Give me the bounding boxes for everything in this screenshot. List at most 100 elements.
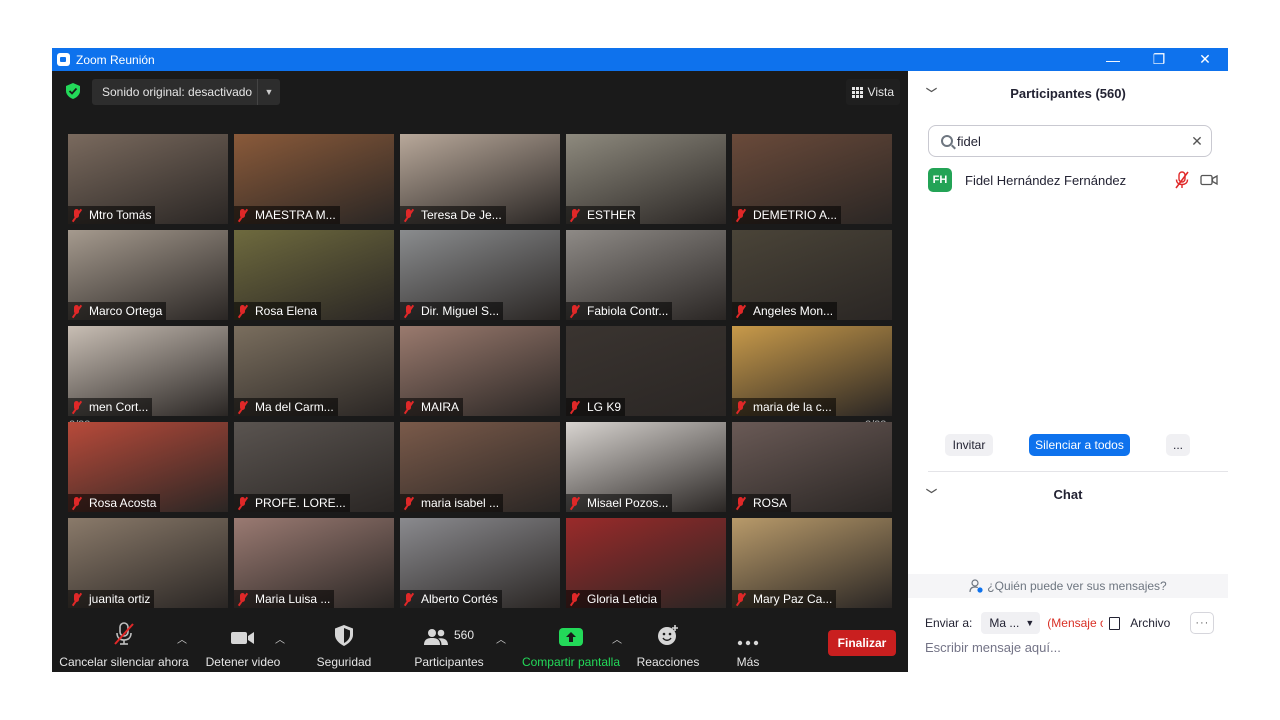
participant-video-tile[interactable]: Rosa Elena (234, 230, 394, 320)
participant-video-tile[interactable]: DEMETRIO A... (732, 134, 892, 224)
participant-video-tile[interactable]: men Cort... (68, 326, 228, 416)
who-can-see-label: ¿Quién puede ver sus mensajes? (987, 579, 1167, 593)
participant-name: Fabiola Contr... (587, 304, 669, 318)
view-button[interactable]: Vista (845, 79, 900, 105)
title-bar: Zoom Reunión — ❐ ✕ (52, 48, 1228, 71)
participant-name-tag: Mary Paz Ca... (732, 590, 837, 608)
participant-name: Teresa De Je... (421, 208, 502, 222)
avatar: FH (928, 168, 952, 192)
security-button[interactable]: Seguridad (310, 618, 378, 672)
security-label: Seguridad (316, 655, 372, 669)
participants-button[interactable]: 560 Participantes (408, 618, 490, 672)
chevron-down-icon[interactable]: ▼ (257, 79, 280, 105)
participant-video-tile[interactable]: Rosa Acosta (68, 422, 228, 512)
participants-options-chevron-icon[interactable]: ︿ (496, 631, 506, 646)
participant-video-tile[interactable]: Marco Ortega (68, 230, 228, 320)
collapse-participants-chevron-icon[interactable]: ﹀ (926, 85, 937, 101)
participant-name: Mtro Tomás (89, 208, 152, 222)
participant-name: Rosa Acosta (89, 496, 157, 510)
microphone-muted-icon (114, 622, 134, 645)
participant-name: Mary Paz Ca... (753, 592, 833, 606)
participant-name: men Cort... (89, 400, 149, 414)
participant-video-tile[interactable]: juanita ortiz (68, 518, 228, 608)
participant-video-tile[interactable]: Dir. Miguel S... (400, 230, 560, 320)
video-camera-icon (231, 632, 254, 644)
more-button[interactable]: Más (728, 618, 768, 672)
microphone-muted-icon (237, 400, 249, 414)
file-icon[interactable] (1109, 616, 1121, 630)
participant-video-tile[interactable]: maria de la c... (732, 326, 892, 416)
invite-button[interactable]: Invitar (945, 434, 993, 456)
participant-name: Gloria Leticia (587, 592, 658, 606)
grid-view-icon (851, 86, 863, 98)
microphone-muted-icon (569, 592, 581, 606)
microphone-muted-icon (237, 208, 249, 222)
recipient-select[interactable]: Ma ... ▼ (981, 612, 1041, 634)
search-icon (941, 135, 953, 147)
participant-video-tile[interactable]: Ma del Carm... (234, 326, 394, 416)
participant-video-tile[interactable]: Alberto Cortés (400, 518, 560, 608)
chat-header: ﹀ Chat (908, 484, 1228, 504)
video-options-chevron-icon[interactable]: ︿ (275, 631, 285, 646)
microphone-muted-icon (403, 400, 415, 414)
participant-video-tile[interactable]: MAESTRA M... (234, 134, 394, 224)
original-sound-button[interactable]: Sonido original: desactivado ▼ (92, 79, 280, 105)
chat-more-button[interactable]: ··· (1190, 612, 1215, 634)
participant-video-tile[interactable]: Maria Luisa ... (234, 518, 394, 608)
participant-video-tile[interactable]: Mary Paz Ca... (732, 518, 892, 608)
participant-video-tile[interactable]: ROSA (732, 422, 892, 512)
participant-video-tile[interactable]: Angeles Mon... (732, 230, 892, 320)
participant-name: Maria Luisa ... (255, 592, 331, 606)
restore-button[interactable]: ❐ (1136, 48, 1182, 71)
video-gallery: Mtro Tomás MAESTRA M... Teresa De Je... EST… (68, 134, 894, 610)
participant-list-item[interactable]: FH Fidel Hernández Fernández (928, 167, 1218, 193)
security-shield-icon (335, 625, 353, 646)
participant-name-tag: ROSA (732, 494, 792, 512)
participant-video-tile[interactable]: Mtro Tomás (68, 134, 228, 224)
share-options-chevron-icon[interactable]: ︿ (612, 631, 622, 646)
video-camera-icon[interactable] (1200, 174, 1218, 186)
stop-video-label: Detener video (205, 655, 281, 669)
participant-video-tile[interactable]: LG K9 (566, 326, 726, 416)
close-button[interactable]: ✕ (1182, 48, 1228, 71)
participant-video-tile[interactable]: Misael Pozos... (566, 422, 726, 512)
mute-all-button[interactable]: Silenciar a todos (1029, 434, 1130, 456)
microphone-muted-icon[interactable] (1174, 171, 1190, 189)
zoom-window: Zoom Reunión — ❐ ✕ Sonido original: desa… (52, 48, 1228, 672)
participant-video-tile[interactable]: Fabiola Contr... (566, 230, 726, 320)
microphone-muted-icon (569, 208, 581, 222)
mute-label: Cancelar silenciar ahora (59, 655, 189, 669)
stop-video-button[interactable]: Detener video (202, 618, 284, 672)
participant-name-tag: LG K9 (566, 398, 626, 416)
participant-video-tile[interactable]: PROFE. LORE... (234, 422, 394, 512)
participant-name-tag: Teresa De Je... (400, 206, 506, 224)
share-screen-button[interactable]: Compartir pantalla (520, 618, 622, 672)
mute-button[interactable]: Cancelar silenciar ahora (59, 618, 189, 672)
participant-name: MAIRA (421, 400, 460, 414)
participant-name: Ma del Carm... (255, 400, 334, 414)
microphone-muted-icon (71, 496, 83, 510)
reactions-button[interactable]: Reacciones (632, 618, 704, 672)
chat-message-input[interactable]: Escribir mensaje aquí... (925, 640, 1215, 660)
participant-name-tag: Alberto Cortés (400, 590, 502, 608)
participant-video-tile[interactable]: ESTHER (566, 134, 726, 224)
participant-search-input[interactable]: fidel ✕ (928, 125, 1212, 157)
file-button[interactable]: Archivo (1130, 616, 1170, 630)
clear-search-icon[interactable]: ✕ (1183, 133, 1211, 150)
participant-name: Misael Pozos... (587, 496, 669, 510)
microphone-muted-icon (403, 496, 415, 510)
participant-video-tile[interactable]: MAIRA (400, 326, 560, 416)
audio-options-chevron-icon[interactable]: ︿ (177, 631, 187, 646)
participant-video-tile[interactable]: Gloria Leticia (566, 518, 726, 608)
participant-video-tile[interactable]: maria isabel ... (400, 422, 560, 512)
participant-video-tile[interactable]: Teresa De Je... (400, 134, 560, 224)
end-meeting-button[interactable]: Finalizar (828, 630, 896, 656)
participant-name: juanita ortiz (89, 592, 151, 606)
collapse-chat-chevron-icon[interactable]: ﹀ (926, 486, 937, 502)
minimize-button[interactable]: — (1090, 48, 1136, 71)
encryption-shield-icon[interactable] (66, 83, 80, 99)
who-can-see-messages-link[interactable]: ¿Quién puede ver sus mensajes? (908, 574, 1228, 598)
participants-more-button[interactable]: ... (1166, 434, 1190, 456)
search-value[interactable]: fidel (957, 134, 1183, 149)
meeting-toolbar: Cancelar silenciar ahora ︿ Detener video… (52, 618, 908, 672)
